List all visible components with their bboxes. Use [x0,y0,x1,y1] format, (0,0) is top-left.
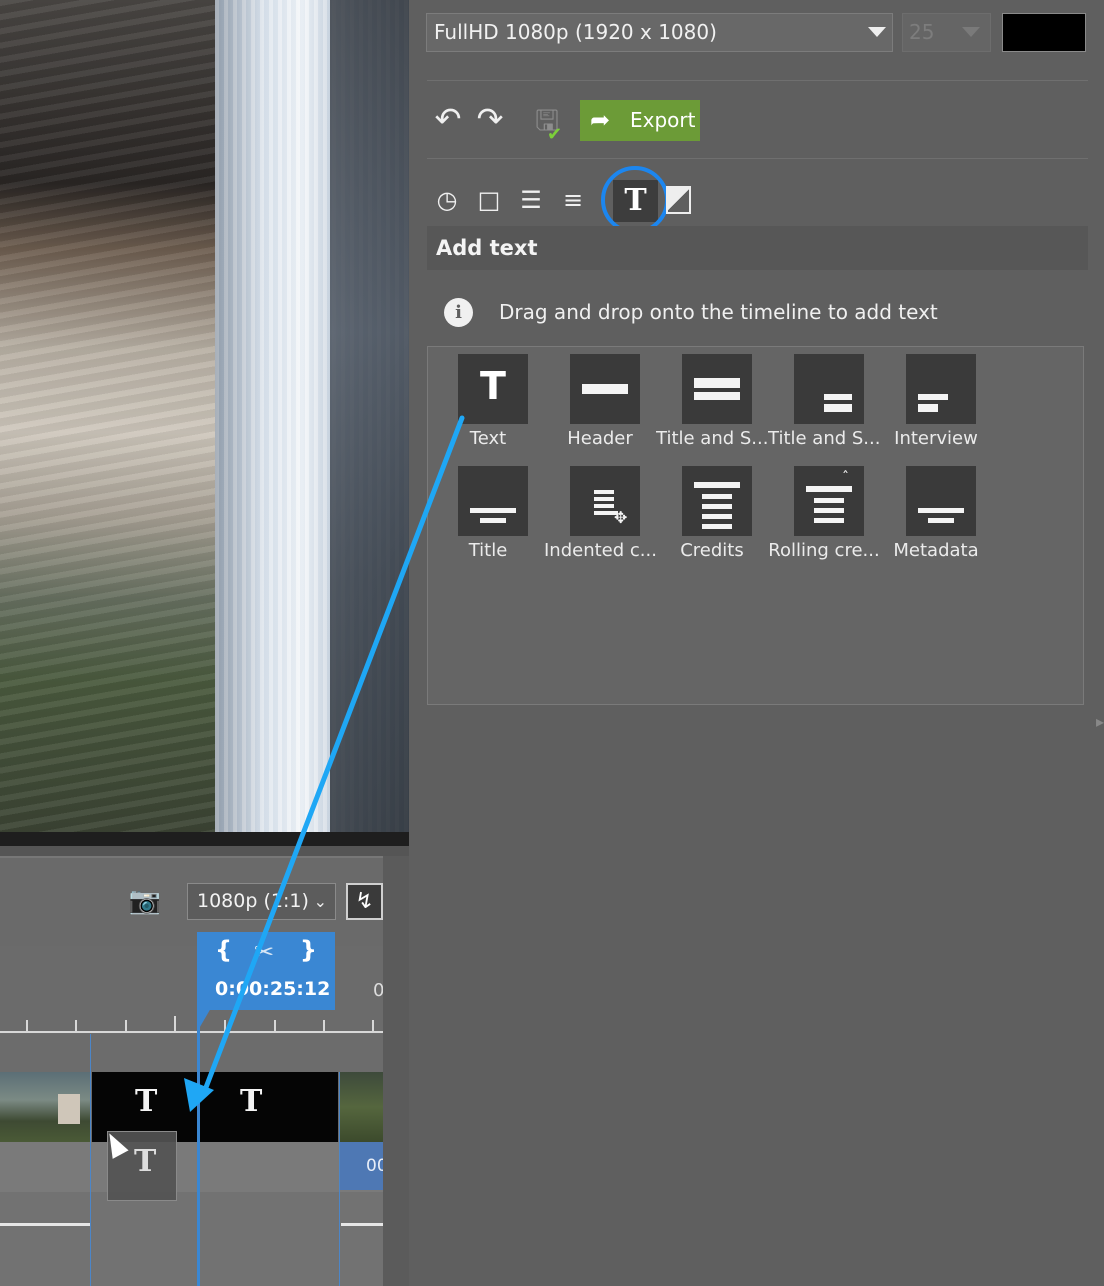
title-subtitle-template-icon [682,354,752,424]
text-clip-glyph: T [135,1084,158,1119]
move-icon: ✥ [614,508,628,527]
header-template-icon [570,354,640,424]
adjust-sliders-icon[interactable]: ≡ [557,184,589,216]
ruler-baseline [0,1031,383,1033]
clip-boundary [90,1034,91,1286]
timeline-scrollbar[interactable] [383,856,409,1286]
lightning-icon[interactable]: ↯ [346,883,383,920]
text-clip-glyph: T [240,1084,263,1119]
undo-icon[interactable]: ↶ [430,101,466,137]
mark-out-icon[interactable]: } [300,936,317,964]
right-cliff-image [330,0,409,832]
template-title-and-subtitle[interactable]: Title and S... [656,346,768,454]
playhead-timecode: 0:00:25:12 [215,978,331,1000]
video-preview [0,0,409,832]
audio-wave-icon[interactable]: ☰ [515,184,547,216]
template-title[interactable]: Title [432,458,544,566]
format-label: FullHD 1080p (1920 x 1080) [434,20,717,44]
title-subtitle-lower-template-icon [794,354,864,424]
chevron-down-icon: ⌄ [313,892,327,911]
section-title: Add text [427,226,1088,270]
video-clip[interactable] [0,1072,90,1142]
mark-in-icon[interactable]: { [215,936,232,964]
template-rolling-credits[interactable]: ˆ Rolling cre... [768,458,880,566]
hint-text: Drag and drop onto the timeline to add t… [499,300,938,324]
template-interview[interactable]: Interview [880,346,992,454]
camera-icon[interactable]: 📷 [128,886,162,916]
splitter[interactable] [0,846,409,856]
scissors-icon[interactable]: ✂ [254,938,274,966]
panel-collapse-icon[interactable]: ▸ [1096,712,1104,742]
transform-icon[interactable]: □ [473,184,505,216]
template-title-and-subtitle-2[interactable]: Title and S... [768,346,880,454]
redo-icon[interactable]: ↷ [472,101,508,137]
caret-down-icon [962,27,980,37]
info-icon: i [444,298,473,327]
timeline-clip[interactable]: 00 [340,1142,388,1190]
format-select[interactable]: FullHD 1080p (1920 x 1080) [426,13,893,52]
playhead-line[interactable] [197,1010,200,1286]
divider [427,158,1088,159]
rolling-credits-template-icon: ˆ [794,466,864,536]
cliff-rock-image [0,0,230,832]
video-clip[interactable] [340,1072,383,1142]
audio-level-line [0,1223,90,1226]
divider [427,80,1088,81]
caret-down-icon [868,27,886,37]
resolution-label: 1080p (1:1) [197,890,309,912]
audio-level-line [341,1223,383,1226]
scroll-up-icon: ˆ [842,470,849,486]
background-color-swatch[interactable] [1002,13,1086,52]
metadata-template-icon [906,466,976,536]
title-template-icon [458,466,528,536]
template-indented-credits[interactable]: ✥ Indented c... [544,458,656,566]
audio-track[interactable] [0,1192,383,1286]
credits-template-icon [682,466,752,536]
save-icon[interactable]: 🖫 ✔ [527,101,567,145]
template-text[interactable]: T Text [432,346,544,454]
text-track[interactable] [0,1142,383,1192]
export-label: Export [630,108,696,132]
fps-label: 25 [909,20,935,44]
transition-icon[interactable] [666,186,691,214]
ruler-tick [174,1016,176,1032]
highlight-circle [601,166,669,234]
export-button[interactable]: ➦ Export [580,100,700,141]
clip-boundary [339,1072,340,1286]
indented-credits-template-icon: ✥ [570,466,640,536]
template-credits[interactable]: Credits [656,458,768,566]
video-editor: 📷 1080p (1:1) ⌄ ↯ 0 T T 00 T { ✂ } 0:00:… [0,0,1104,1286]
template-header[interactable]: Header [544,346,656,454]
playhead-marker[interactable]: { ✂ } 0:00:25:12 [197,932,335,1010]
resolution-select[interactable]: 1080p (1:1) ⌄ [187,883,336,920]
preview-border [0,832,409,846]
interview-template-icon [906,354,976,424]
fps-select: 25 [902,13,991,52]
text-template-icon: T [458,354,528,424]
share-icon: ➦ [590,106,611,134]
template-metadata[interactable]: Metadata [880,458,992,566]
speed-gauge-icon[interactable]: ◷ [431,184,463,216]
